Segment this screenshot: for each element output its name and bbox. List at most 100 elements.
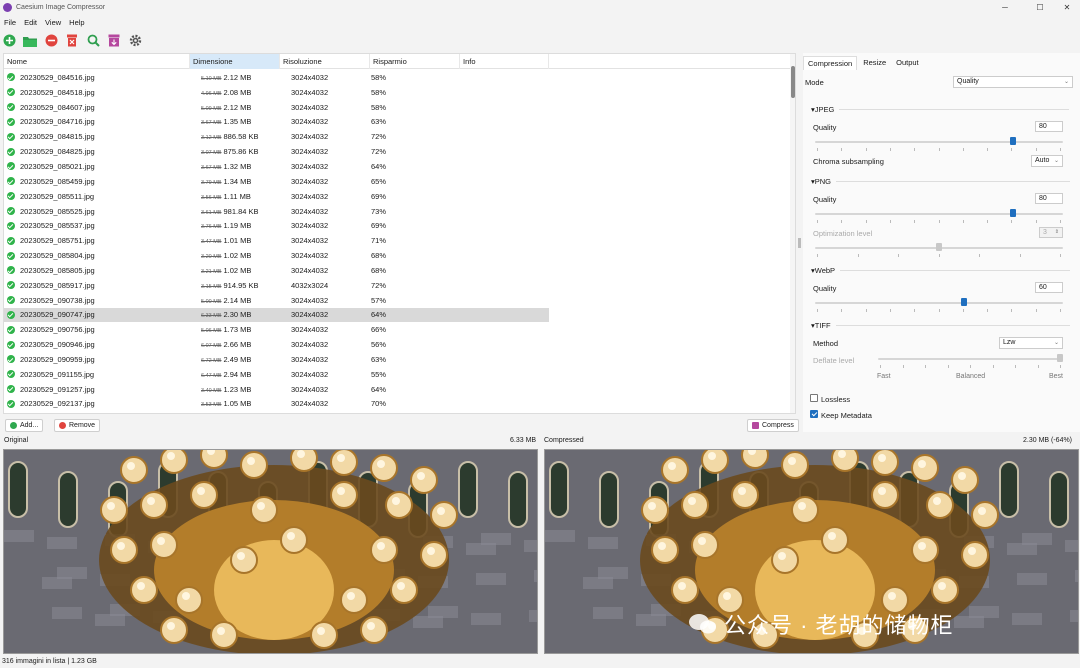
tiff-method-select[interactable]: Lzw ⌄ (999, 337, 1063, 349)
menu-file[interactable]: File (0, 18, 20, 27)
menu-edit[interactable]: Edit (20, 18, 41, 27)
add-icon[interactable] (2, 34, 16, 48)
table-row[interactable]: 20230529_091257.jpg 3.40 MB 1.23 MB 3024x40… (4, 382, 790, 397)
table-row[interactable]: 20230529_084607.jpg 5.09 MB 2.12 MB 3024x40… (4, 100, 790, 115)
table-row[interactable]: 20230529_085917.jpg 3.15 MB 914.95 KB 4032x… (4, 278, 790, 293)
deflate-best-label: Best (1049, 373, 1064, 380)
splitter-handle[interactable] (798, 238, 801, 248)
optimization-level-slider[interactable] (815, 242, 1063, 254)
table-row[interactable]: 20230529_085021.jpg 3.67 MB 1.32 MB 3024x40… (4, 159, 790, 174)
tab-resize[interactable]: Resize (859, 56, 890, 70)
ceiling-pattern (476, 573, 506, 585)
row-cells: 20230529_084825.jpg 3.07 MB 875.86 KB 3024x… (4, 144, 549, 159)
jpeg-quality-input[interactable]: 80 (1035, 121, 1063, 132)
optimization-level-input[interactable]: 3 ⇕ (1039, 227, 1063, 238)
tab-compression[interactable]: Compression (803, 56, 858, 70)
table-row[interactable]: 20230529_090959.jpg 6.72 MB 2.49 MB 3024x40… (4, 352, 790, 367)
scrollbar-thumb[interactable] (791, 66, 795, 98)
jpeg-section-header[interactable]: ▾ JPEG (811, 105, 1070, 114)
ceiling-pattern (534, 570, 537, 582)
file-name: 20230529_085917.jpg (20, 280, 95, 290)
table-row[interactable]: 20230529_091155.jpg 6.47 MB 2.94 MB 3024x40… (4, 367, 790, 382)
column-header-savings[interactable]: Risparmio (370, 54, 460, 69)
table-row[interactable]: 20230529_085525.jpg 3.61 MB 981.84 KB 3024x… (4, 204, 790, 219)
table-row[interactable]: 20230529_084815.jpg 3.12 MB 886.58 KB 3024x… (4, 129, 790, 144)
table-row[interactable]: 20230529_085805.jpg 3.21 MB 1.02 MB 3024x40… (4, 263, 790, 278)
original-preview[interactable] (3, 449, 538, 654)
divider (836, 181, 1071, 182)
jpeg-quality-slider[interactable] (815, 136, 1063, 148)
table-row[interactable]: 20230529_085751.jpg 3.47 MB 1.01 MB 3024x40… (4, 233, 790, 248)
table-row[interactable]: 20230529_084716.jpg 3.67 MB 1.35 MB 3024x40… (4, 115, 790, 130)
add-button[interactable]: Add... (5, 419, 44, 432)
table-scrollbar[interactable] (790, 54, 795, 413)
webp-section-header[interactable]: ▾ WebP (811, 266, 1071, 275)
menu-help[interactable]: Help (65, 18, 88, 27)
table-body: 20230529_084516.jpg 5.10 MB 2.12 MB 3024x40… (4, 70, 790, 411)
settings-icon[interactable] (128, 34, 142, 48)
globe-highlight (668, 462, 676, 470)
column-header-resolution[interactable]: Risoluzione (280, 54, 370, 69)
png-quality-slider[interactable] (815, 208, 1063, 220)
compress-button[interactable]: Compress (747, 419, 799, 432)
cell-resolution: 3024x4032 (291, 310, 329, 320)
slider-thumb[interactable] (960, 298, 967, 306)
slider-thumb[interactable] (1057, 354, 1063, 362)
crystal-globe (250, 496, 278, 524)
cell-size: 3.21 MB 1.02 MB (190, 266, 280, 275)
cell-size: 3.15 MB 914.95 KB (190, 281, 280, 290)
table-row[interactable]: 20230529_090738.jpg 5.00 MB 2.14 MB 3024x40… (4, 293, 790, 308)
column-header-name[interactable]: Nome (4, 54, 190, 69)
cell-name: 20230529_090946.jpg (4, 340, 190, 349)
close-button[interactable]: ✕ (1052, 0, 1080, 15)
remove-icon[interactable] (44, 34, 58, 48)
success-check-icon (7, 266, 15, 275)
remove-button[interactable]: Remove (54, 419, 101, 432)
table-row[interactable]: 20230529_085459.jpg 3.79 MB 1.34 MB 3024x40… (4, 174, 790, 189)
column-header-info[interactable]: Info (460, 54, 549, 69)
png-header: PNG (814, 177, 832, 186)
clear-icon[interactable] (65, 34, 79, 48)
table-row[interactable]: 20230529_090747.jpg 6.33 MB 2.30 MB 3024x40… (4, 307, 790, 323)
table-row[interactable]: 20230529_085537.jpg 3.76 MB 1.19 MB 3024x40… (4, 218, 790, 233)
slider-thumb[interactable] (936, 243, 942, 251)
globe-highlight (247, 457, 255, 465)
globe-highlight (337, 487, 345, 495)
table-row[interactable]: 20230529_084518.jpg 4.96 MB 2.08 MB 3024x40… (4, 85, 790, 100)
table-row[interactable]: 20230529_092137.jpg 3.53 MB 1.05 MB 3024x40… (4, 397, 790, 412)
slider-thumb[interactable] (1010, 209, 1017, 217)
tab-output[interactable]: Output (892, 56, 923, 70)
minimize-button[interactable]: ─ (990, 0, 1020, 15)
ceiling-pattern (1075, 570, 1078, 582)
table-row[interactable]: 20230529_085804.jpg 3.20 MB 1.02 MB 3024x40… (4, 248, 790, 263)
slider-tick (962, 309, 964, 312)
png-quality-input[interactable]: 80 (1035, 193, 1063, 204)
webp-quality-slider[interactable] (815, 297, 1063, 309)
table-row[interactable]: 20230529_084516.jpg 5.10 MB 2.12 MB 3024x40… (4, 70, 790, 85)
slider-thumb[interactable] (1010, 137, 1017, 145)
search-icon[interactable] (86, 34, 100, 48)
jpeg-quality-label: Quality (813, 123, 837, 132)
table-row[interactable]: 20230529_085511.jpg 3.56 MB 1.11 MB 3024x40… (4, 189, 790, 204)
table-row[interactable]: 20230529_090946.jpg 6.07 MB 2.66 MB 3024x40… (4, 337, 790, 352)
panel-splitter[interactable] (797, 53, 802, 414)
menu-view[interactable]: View (41, 18, 65, 27)
crystal-globe (641, 496, 669, 524)
table-row[interactable]: 20230529_090756.jpg 5.06 MB 1.73 MB 3024x40… (4, 322, 790, 337)
table-row[interactable]: 20230529_084825.jpg 3.07 MB 875.86 KB 3024x… (4, 144, 790, 159)
keep-metadata-checkbox[interactable] (810, 410, 818, 418)
column-header-size[interactable]: Dimensione (190, 54, 280, 69)
original-label: Original (4, 437, 29, 444)
open-folder-icon[interactable] (23, 34, 37, 48)
export-icon[interactable] (107, 34, 121, 48)
globe-highlight (958, 472, 966, 480)
mode-select[interactable]: Quality ⌄ (953, 76, 1073, 88)
tiff-section-header[interactable]: ▾ TIFF (811, 321, 1070, 330)
maximize-button[interactable]: ☐ (1025, 0, 1055, 15)
deflate-level-slider[interactable] (878, 353, 1063, 365)
chroma-subsampling-select[interactable]: Auto ⌄ (1031, 155, 1063, 167)
webp-quality-input[interactable]: 60 (1035, 282, 1063, 293)
lossless-checkbox[interactable] (810, 394, 818, 402)
slider-tick (841, 220, 843, 223)
png-section-header[interactable]: ▾ PNG (811, 177, 1071, 186)
